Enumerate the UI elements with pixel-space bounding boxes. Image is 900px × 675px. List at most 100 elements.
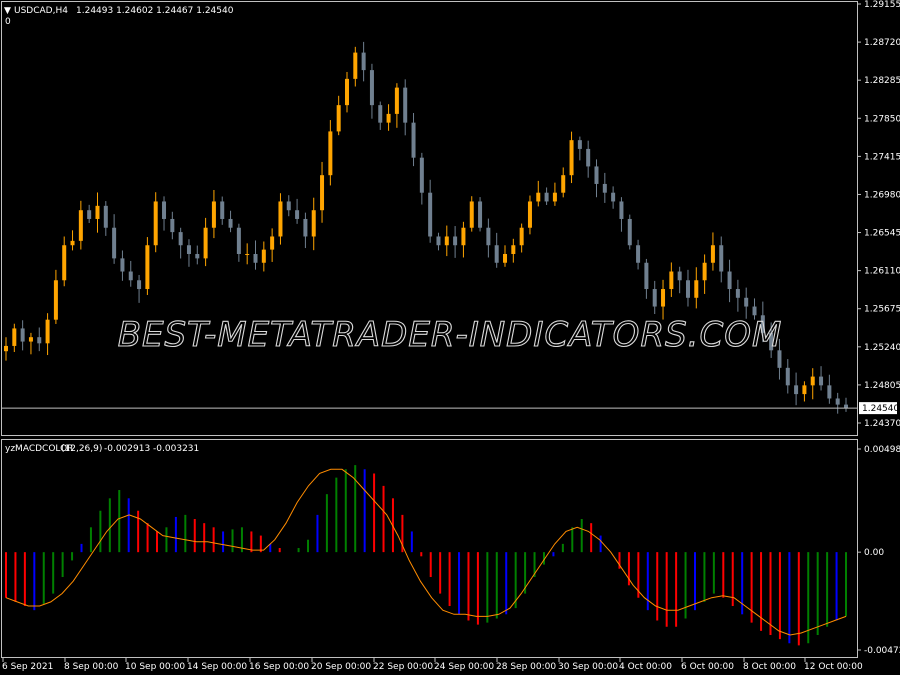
symbol-label: USDCAD,H4	[14, 6, 68, 16]
candle-body	[611, 192, 616, 202]
candle-body	[710, 245, 715, 263]
candle-body	[702, 262, 707, 281]
candle-body	[536, 192, 541, 202]
candle-body	[303, 218, 308, 237]
candle-body	[162, 201, 167, 219]
time-tick-label: 6 Oct 00:00	[681, 662, 734, 672]
candle-body	[236, 227, 241, 254]
candle-body	[261, 249, 266, 263]
candle-body	[802, 385, 807, 395]
candle-body	[128, 271, 133, 281]
macd-tick-label: -0.004723	[864, 646, 900, 656]
candle-body	[220, 201, 225, 219]
candle-body	[270, 236, 275, 250]
candle-body	[669, 271, 674, 290]
candle-body	[120, 258, 125, 272]
candle-body	[744, 297, 749, 307]
time-tick-label: 30 Sep 00:00	[558, 662, 618, 672]
candle-body	[444, 236, 449, 246]
candle-body	[320, 175, 325, 211]
price-tick-label: 1.26980	[864, 190, 900, 200]
time-tick-label: 10 Sep 00:00	[125, 662, 185, 672]
candle-body	[53, 280, 58, 320]
candle-body	[378, 105, 383, 123]
time-tick-label: 22 Sep 00:00	[373, 662, 433, 672]
candle-body	[195, 253, 200, 259]
candle-body	[153, 201, 158, 246]
price-sub-label: 0	[5, 17, 11, 27]
candle-body	[45, 319, 50, 344]
time-tick-label: 24 Sep 00:00	[434, 662, 494, 672]
candle-body	[4, 345, 8, 352]
candle-body	[186, 245, 191, 254]
price-tick-label: 1.25675	[864, 305, 900, 315]
candle-body	[428, 192, 433, 237]
candle-body	[453, 236, 458, 246]
current-price-label: 1.24540	[862, 404, 899, 414]
candle-body	[311, 210, 316, 237]
candle-body	[245, 253, 250, 255]
watermark: BEST-METATRADER-INDICATORS.COM	[118, 315, 783, 355]
candle-body	[594, 166, 599, 184]
candle-body	[62, 245, 67, 281]
candle-body	[519, 227, 524, 246]
indicator-params: (12,26,9)	[61, 444, 102, 454]
time-tick-label: 14 Sep 00:00	[187, 662, 247, 672]
chart-menu-icon[interactable]: ▼	[4, 6, 11, 16]
time-tick-label: 16 Sep 00:00	[249, 662, 309, 672]
candle-body	[419, 157, 424, 193]
candle-body	[503, 253, 508, 263]
candle-body	[12, 328, 17, 346]
candle-body	[70, 240, 75, 246]
candle-body	[719, 245, 724, 272]
candle-body	[211, 201, 216, 228]
candle-body	[561, 175, 566, 193]
candle-body	[145, 245, 150, 290]
price-tick-label: 1.24370	[864, 419, 900, 429]
candle-body	[353, 52, 358, 79]
candle-body	[527, 201, 532, 228]
candle-body	[685, 280, 690, 298]
candle-body	[577, 140, 582, 149]
candle-body	[253, 253, 258, 263]
candle-body	[694, 280, 699, 298]
candle-body	[619, 201, 624, 219]
candle-body	[344, 78, 349, 106]
candle-body	[636, 245, 641, 263]
price-tick-label: 1.24805	[864, 381, 900, 391]
candle-body	[844, 404, 848, 409]
time-tick-label: 6 Sep 2021	[2, 662, 53, 672]
candle-body	[278, 201, 283, 237]
candle-body	[20, 328, 25, 342]
candle-body	[819, 376, 824, 386]
price-tick-label: 1.27415	[864, 152, 900, 162]
candle-body	[28, 337, 33, 342]
candle-body	[478, 201, 483, 228]
candle-body	[394, 87, 399, 114]
candle-body	[752, 306, 757, 316]
candle-body	[652, 289, 657, 307]
candle-body	[336, 105, 341, 132]
candle-body	[835, 398, 840, 405]
metatrader-chart[interactable]: BEST-METATRADER-INDICATORS.COM ▼ USDCAD,…	[0, 0, 900, 675]
candle-body	[785, 367, 790, 386]
candle-body	[203, 227, 208, 259]
ohlc-label: 1.24493 1.24602 1.24467 1.24540	[76, 6, 234, 16]
candle-body	[810, 376, 815, 386]
price-tick-label: 1.25240	[864, 343, 900, 353]
price-tick-label: 1.26110	[864, 267, 900, 277]
candle-body	[137, 280, 142, 290]
candle-body	[602, 183, 607, 193]
candle-body	[552, 192, 557, 202]
time-tick-label: 8 Oct 00:00	[743, 662, 796, 672]
candle-body	[103, 205, 108, 228]
candle-body	[112, 227, 117, 259]
candle-body	[644, 262, 649, 290]
candle-body	[328, 131, 333, 176]
candle-body	[403, 87, 408, 123]
candle-body	[170, 218, 175, 233]
candle-body	[735, 289, 740, 298]
candle-body	[511, 245, 516, 254]
macd-tick-label: 0.00	[864, 548, 884, 558]
price-tick-label: 1.26545	[864, 229, 900, 239]
